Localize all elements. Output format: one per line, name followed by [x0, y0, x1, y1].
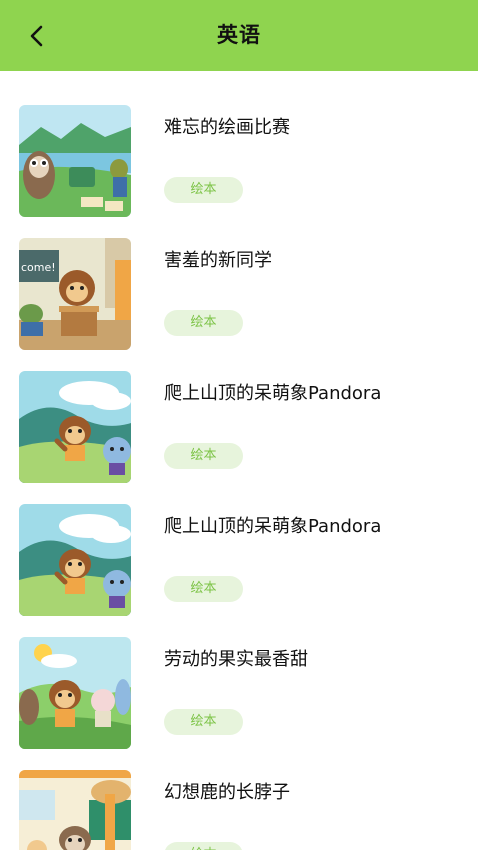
- book-title: 爬上山顶的呆萌象Pandora: [164, 516, 382, 537]
- classroom-board-text: come!: [21, 261, 56, 274]
- book-cover-image: come!: [19, 238, 131, 350]
- book-title: 难忘的绘画比赛: [164, 117, 290, 138]
- book-item-fruits-of-labor[interactable]: 劳动的果实最香甜 绘本: [0, 603, 478, 749]
- book-title: 劳动的果实最香甜: [164, 649, 308, 670]
- book-item-painting-contest[interactable]: 难忘的绘画比赛 绘本: [0, 71, 478, 217]
- book-tag-badge: 绘本: [164, 576, 243, 602]
- book-title: 害羞的新同学: [164, 250, 272, 271]
- book-title: 爬上山顶的呆萌象Pandora: [164, 383, 382, 404]
- top-bar: 英语: [0, 0, 478, 71]
- book-cover-image: [19, 770, 131, 850]
- book-title: 幻想鹿的长脖子: [164, 782, 290, 803]
- page-title: 英语: [217, 23, 261, 47]
- book-tag-badge: 绘本: [164, 443, 243, 469]
- book-cover-image: [19, 504, 131, 616]
- book-tag-badge: 绘本: [164, 709, 243, 735]
- app-screen: 英语 难忘的绘画比赛 绘本 come! 害羞的新同学 绘本 爬上山顶的呆萌象Pa…: [0, 0, 478, 850]
- book-item-deer-long-neck[interactable]: 幻想鹿的长脖子 绘本: [0, 736, 478, 850]
- book-item-shy-classmate[interactable]: come! 害羞的新同学 绘本: [0, 204, 478, 350]
- book-tag-badge: 绘本: [164, 310, 243, 336]
- book-cover-image: [19, 371, 131, 483]
- book-tag-badge: 绘本: [164, 842, 243, 850]
- book-tag-badge: 绘本: [164, 177, 243, 203]
- book-cover-image: [19, 105, 131, 217]
- book-item-pandora-2[interactable]: 爬上山顶的呆萌象Pandora 绘本: [0, 470, 478, 616]
- book-item-pandora-1[interactable]: 爬上山顶的呆萌象Pandora 绘本: [0, 337, 478, 483]
- book-cover-image: [19, 637, 131, 749]
